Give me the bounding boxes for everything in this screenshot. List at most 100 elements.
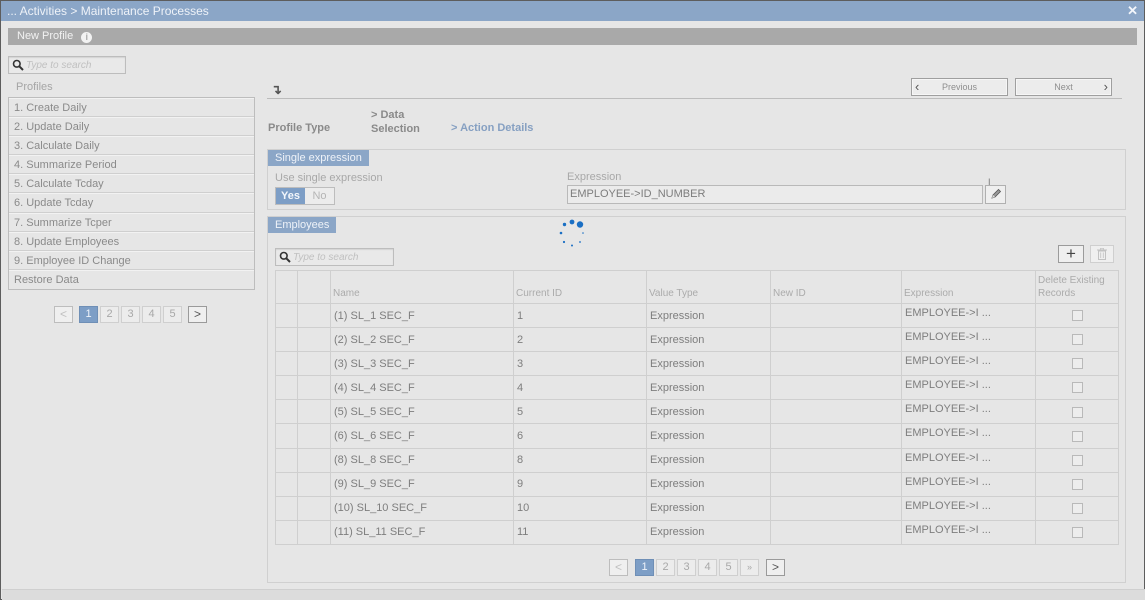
table-row[interactable]: (5) SL_5 SEC_F 5 Expression EMPLOYEE->I ... [275,399,1119,425]
pager-page-5[interactable]: 5 [719,559,738,576]
profile-item[interactable]: 6. Update Tcday [9,193,254,213]
delete-existing-checkbox[interactable] [1071,334,1083,346]
table-row[interactable]: (6) SL_6 SEC_F 6 Expression EMPLOYEE->I ... [275,423,1119,449]
employee-search-input[interactable] [293,250,387,264]
column-header-value-type[interactable]: Value Type [646,270,771,304]
delete-existing-checkbox[interactable] [1071,406,1083,418]
column-header-current-id[interactable]: Current ID [513,270,647,304]
pager-prev-button[interactable]: < [54,306,73,323]
info-icon[interactable]: i [81,32,93,43]
plus-icon: + [1066,244,1076,263]
next-button[interactable]: Next › [1015,78,1112,96]
pager-page-5[interactable]: 5 [163,306,182,323]
delete-existing-checkbox[interactable] [1071,454,1083,466]
table-row[interactable]: (2) SL_2 SEC_F 2 Expression EMPLOYEE->I ... [275,327,1119,353]
pager-next-button[interactable]: > [188,306,207,323]
profile-search-input[interactable] [26,58,119,72]
delete-existing-checkbox[interactable] [1071,382,1083,394]
edit-expression-button[interactable] [985,185,1006,204]
table-row[interactable]: (9) SL_9 SEC_F 9 Expression EMPLOYEE->I ... [275,471,1119,497]
expression-cell[interactable]: EMPLOYEE->I ... [901,471,1036,497]
pager-page-2[interactable]: 2 [100,306,119,323]
profile-item[interactable]: 8. Update Employees [9,231,254,251]
delete-employee-button[interactable] [1090,245,1114,263]
pager-page-1[interactable]: 1 [635,559,654,576]
close-icon[interactable]: ✕ [1127,1,1138,21]
delete-existing-checkbox[interactable] [1071,526,1083,538]
step-profile-type[interactable]: Profile Type [268,122,330,134]
row-select-cell [275,375,298,401]
delete-existing-checkbox[interactable] [1071,430,1083,442]
toolbar-title: New Profile [17,30,74,42]
profile-item[interactable]: 3. Calculate Daily [9,136,254,156]
profile-item[interactable]: 9. Employee ID Change [9,250,254,270]
expression-cell[interactable]: EMPLOYEE->I ... [901,447,1036,473]
new-id-cell[interactable] [770,495,902,521]
expression-cell[interactable]: EMPLOYEE->I ... [901,519,1036,545]
name-cell: (4) SL_4 SEC_F [330,375,514,401]
toggle-no[interactable]: No [305,188,334,204]
new-id-cell[interactable] [770,351,902,377]
profile-toolbar: New Profile i [8,28,1137,45]
column-header-name[interactable]: Name [330,270,514,304]
step-action-details[interactable]: > Action Details [451,122,533,134]
new-id-cell[interactable] [770,447,902,473]
pager-page-3[interactable]: 3 [677,559,696,576]
pager-more-button[interactable]: » [740,559,759,576]
table-row[interactable]: (3) SL_3 SEC_F 3 Expression EMPLOYEE->I ... [275,351,1119,377]
profile-item[interactable]: 5. Calculate Tcday [9,174,254,194]
profile-item[interactable]: 4. Summarize Period [9,155,254,175]
delete-existing-checkbox[interactable] [1071,478,1083,490]
add-employee-button[interactable]: + [1058,245,1084,263]
pager-page-3[interactable]: 3 [121,306,140,323]
employee-search[interactable] [275,248,394,266]
delete-existing-checkbox[interactable] [1071,358,1083,370]
new-id-cell[interactable] [770,375,902,401]
current-id-cell: 10 [513,495,647,521]
profile-item[interactable]: 1. Create Daily [9,98,254,118]
column-header-new-id[interactable]: New ID [770,270,902,304]
expression-cell[interactable]: EMPLOYEE->I ... [901,495,1036,521]
value-type-cell: Expression [646,519,771,545]
profile-item[interactable]: Restore Data [9,269,254,289]
expression-cell[interactable]: EMPLOYEE->I ... [901,327,1036,353]
delete-existing-checkbox[interactable] [1071,310,1083,322]
expression-cell[interactable]: EMPLOYEE->I ... [901,302,1036,329]
new-id-cell[interactable] [770,423,902,449]
table-row[interactable]: (8) SL_8 SEC_F 8 Expression EMPLOYEE->I ... [275,447,1119,473]
profile-item[interactable]: 7. Summarize Tcper [9,212,254,232]
expression-cell[interactable]: EMPLOYEE->I ... [901,375,1036,401]
expression-field[interactable]: EMPLOYEE->ID_NUMBER [567,185,983,204]
pager-next-button[interactable]: > [766,559,785,576]
profile-item[interactable]: 2. Update Daily [9,117,254,137]
step-data-selection[interactable]: > Data Selection [371,108,420,136]
delete-existing-cell [1035,471,1119,497]
pager-page-4[interactable]: 4 [142,306,161,323]
expression-cell[interactable]: EMPLOYEE->I ... [901,351,1036,377]
new-id-cell[interactable] [770,327,902,353]
new-id-cell[interactable] [770,471,902,497]
profile-search[interactable] [8,56,126,74]
table-row[interactable]: (4) SL_4 SEC_F 4 Expression EMPLOYEE->I ... [275,375,1119,401]
table-row[interactable]: (11) SL_11 SEC_F 11 Expression EMPLOYEE->I … [275,519,1119,545]
delete-existing-cell [1035,519,1119,545]
toggle-yes[interactable]: Yes [276,188,305,204]
expression-cell[interactable]: EMPLOYEE->I ... [901,399,1036,425]
column-header-expand [297,270,331,304]
table-row[interactable]: (1) SL_1 SEC_F 1 Expression EMPLOYEE->I ... [275,302,1119,329]
column-header-delete-existing[interactable]: Delete Existing Records [1035,270,1119,304]
pager-page-2[interactable]: 2 [656,559,675,576]
new-id-cell[interactable] [770,302,902,329]
pager-page-1[interactable]: 1 [79,306,98,323]
new-id-cell[interactable] [770,399,902,425]
delete-existing-checkbox[interactable] [1071,502,1083,514]
pager-page-4[interactable]: 4 [698,559,717,576]
next-label: Next [1054,82,1073,92]
collapse-arrow-icon[interactable]: ↴ [271,82,282,98]
previous-button[interactable]: ‹ Previous [911,78,1008,96]
expression-cell[interactable]: EMPLOYEE->I ... [901,423,1036,449]
table-row[interactable]: (10) SL_10 SEC_F 10 Expression EMPLOYEE->I … [275,495,1119,521]
pager-prev-button[interactable]: < [609,559,628,576]
new-id-cell[interactable] [770,519,902,545]
column-header-expression[interactable]: Expression [901,270,1036,304]
